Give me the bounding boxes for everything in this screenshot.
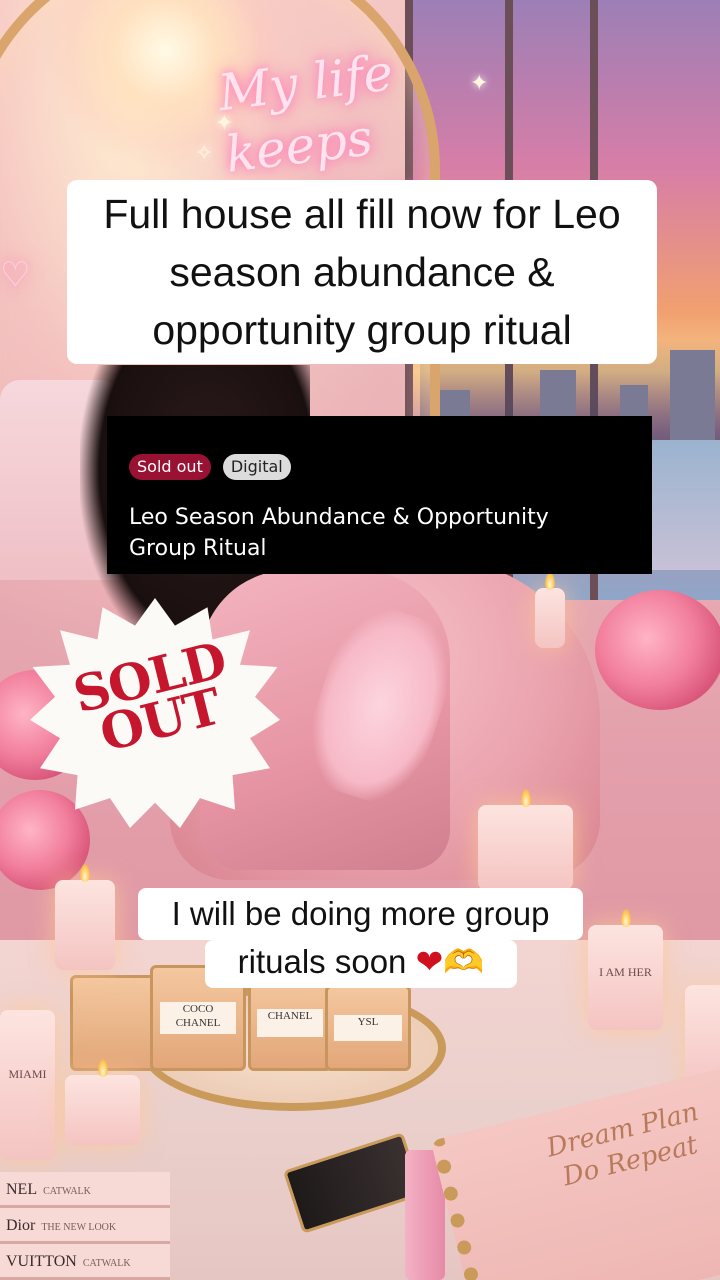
bottle-label: CHANEL [175,1017,221,1029]
book: VUITTON CATWALK [0,1244,170,1280]
perfume-bottle: YSL [325,985,411,1071]
candle [535,572,565,648]
sold-out-badge: Sold out [129,454,211,480]
bottom-caption-line-1: I will be doing more group [138,888,583,940]
sparkle-icon: ✧ [195,140,214,165]
book-title: Dior [6,1217,36,1234]
book-subtitle: THE NEW LOOK [41,1222,117,1233]
candle [55,864,115,970]
candle-flame [97,1059,108,1077]
candle-flame [545,572,555,590]
neon-heart-icon: ♡ [0,256,31,294]
book-title: NEL [6,1181,38,1198]
book-stack: NEL CATWALK Dior THE NEW LOOK VUITTON CATWA… [0,1150,170,1280]
notebook-text: Dream Plan Do Repeat [543,1096,702,1193]
candle: MIAMI [0,1010,55,1160]
product-card-screenshot: Sold out Digital Leo Season Abundance & … [107,416,652,574]
bottom-caption-line-2: rituals soon ❤🫶 [205,940,517,988]
bottle-label: YSL [357,1016,379,1029]
perfume-bottle [70,975,156,1071]
bottle-label: CHANEL [267,1009,313,1022]
candle [65,1059,140,1145]
top-caption: Full house all fill now for Leo season a… [67,180,657,364]
candle-label: MIAMI [8,1067,47,1081]
red-heart-icon: ❤ [415,943,444,980]
book-title: VUITTON [6,1253,77,1270]
candle-label: I AM HER [599,964,652,979]
candle-flame [620,909,631,927]
candle-flame [520,789,531,807]
sparkle-icon: ✦ [215,110,234,135]
product-title: Leo Season Abundance & Opportunity Group… [129,505,549,561]
candle-flame [80,864,90,882]
badge-row: Sold out Digital [129,454,630,480]
bottle-label: COCO [182,1003,214,1015]
book-subtitle: CATWALK [82,1258,131,1269]
candle: I AM HER [588,909,663,1030]
book: NEL CATWALK [0,1172,170,1208]
perfume-bottle: CHANEL [248,975,332,1071]
bottom-caption-line-2-text: rituals soon [237,943,407,980]
book-subtitle: CATWALK [43,1186,91,1197]
digital-badge: Digital [222,454,291,480]
top-caption-text: Full house all fill now for Leo season a… [103,191,621,353]
roses-right [595,590,720,710]
sparkle-icon: ✦ [470,70,489,95]
book: Dior THE NEW LOOK [0,1208,170,1244]
heart-hands-icon: 🫶 [443,943,485,980]
candle [478,789,573,890]
